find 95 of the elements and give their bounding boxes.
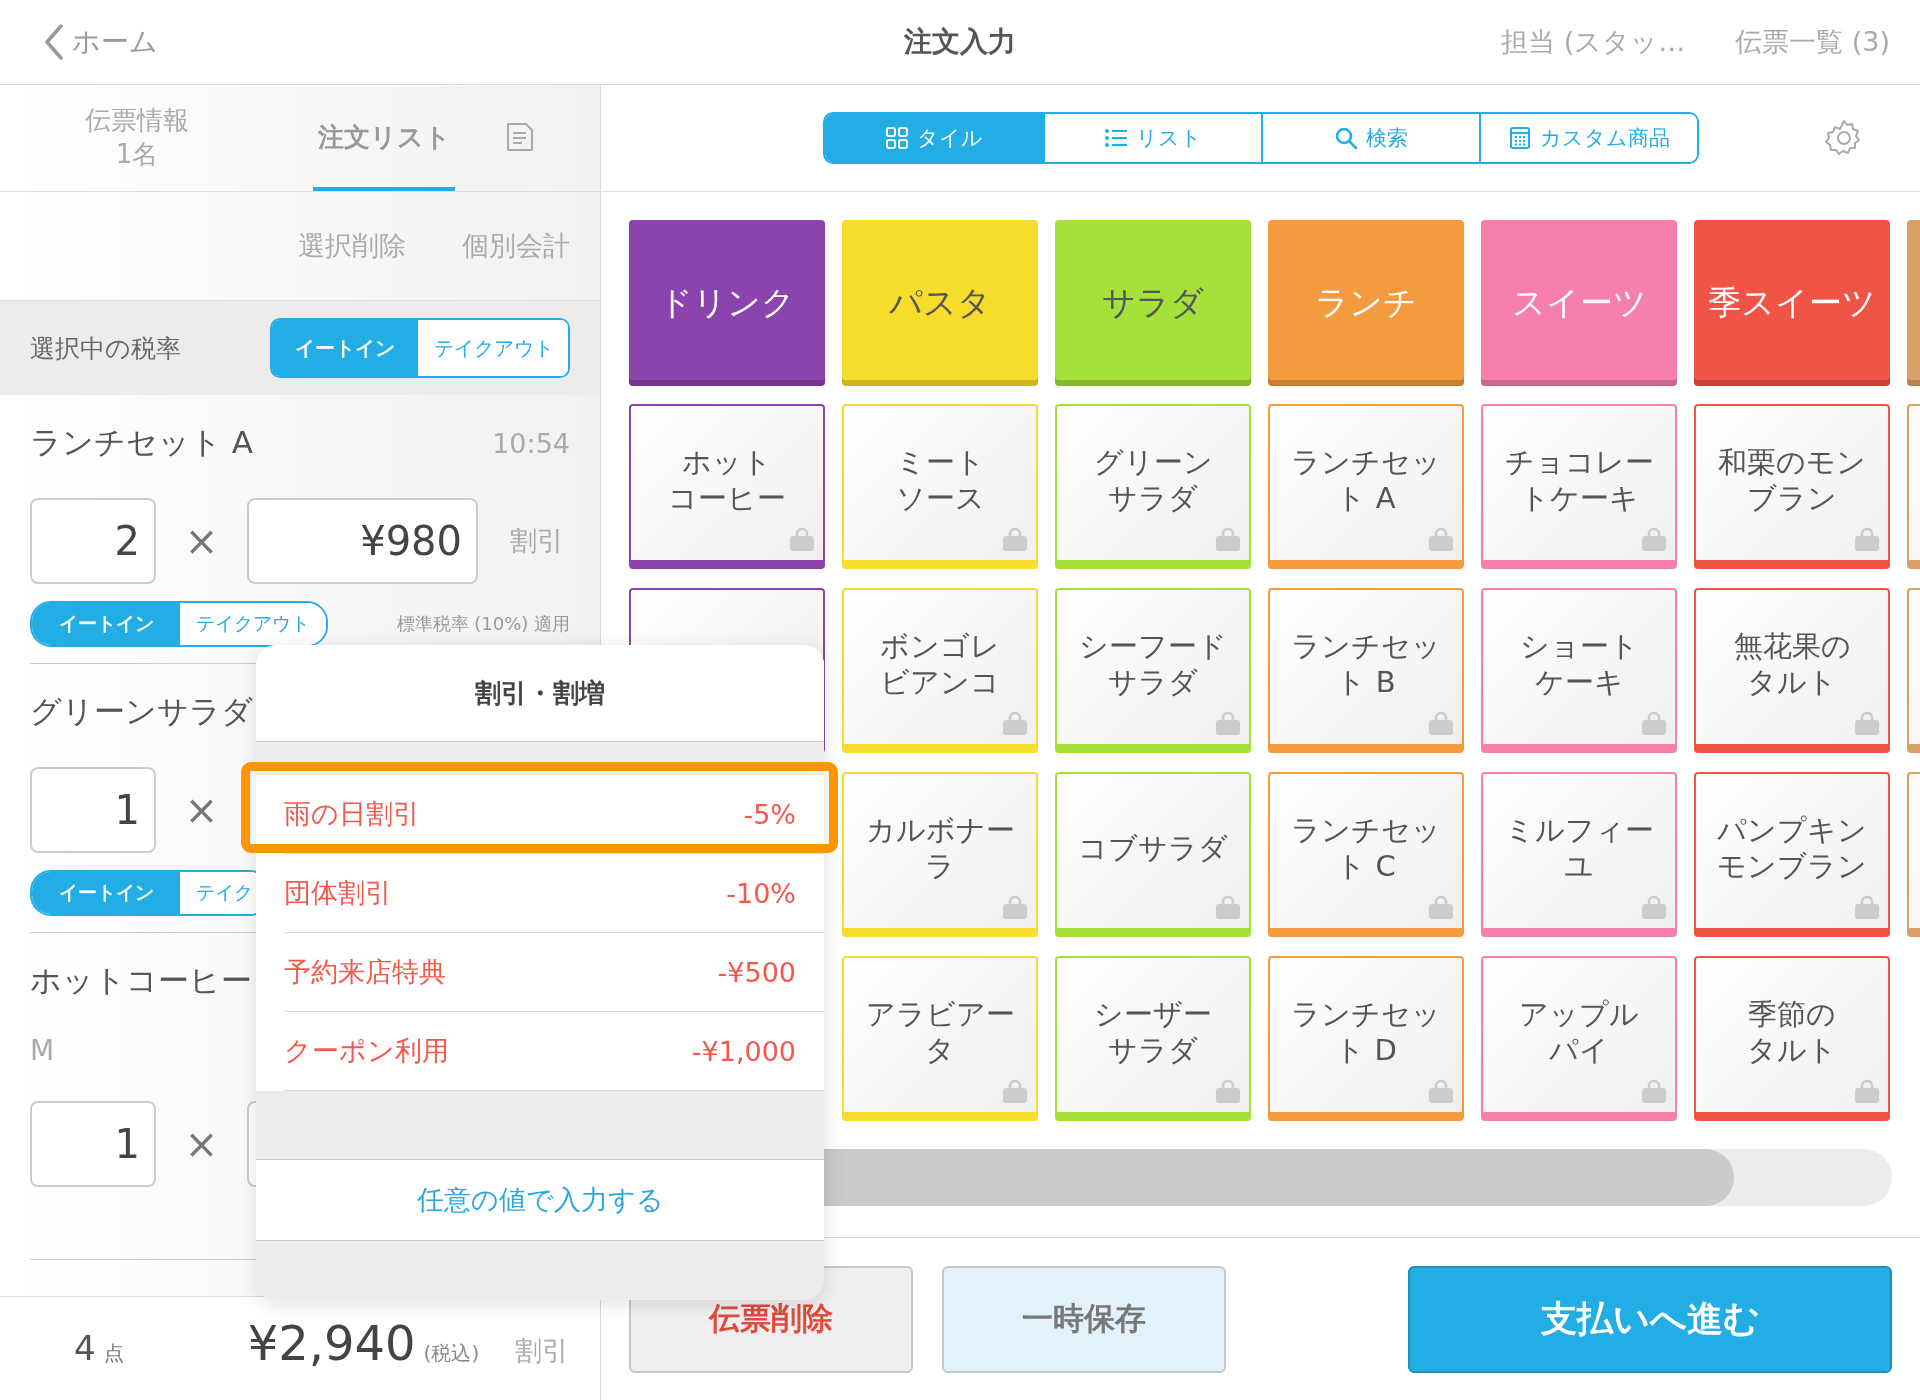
bag-icon (1215, 896, 1241, 920)
bag-icon (1428, 528, 1454, 552)
product-tile[interactable]: チョコレー トケーキ (1481, 404, 1677, 569)
slip-list-link[interactable]: 伝票一覧 (3) (1735, 24, 1890, 60)
product-tile[interactable]: シーフード サラダ (1055, 588, 1251, 753)
multiply-sign: × (183, 518, 220, 564)
screen-title: 注文入力 (904, 24, 1016, 60)
bag-icon (1854, 528, 1880, 552)
bag-icon (1854, 896, 1880, 920)
tax-option-toggle[interactable]: イートイン (32, 872, 180, 914)
category-tile[interactable]: ランチ (1268, 220, 1464, 386)
item-name: ホットコーヒー (30, 961, 252, 1000)
bag-icon (1641, 528, 1667, 552)
tax-option-toggle[interactable]: イートイン (32, 603, 180, 645)
product-tile[interactable]: 和栗のモン ブラン (1694, 404, 1890, 569)
grid-icon (884, 126, 909, 150)
home-link[interactable]: ホーム (72, 23, 158, 61)
product-tile[interactable]: ミート ソース (842, 404, 1038, 569)
category-tile[interactable]: 季スイーツ (1694, 220, 1890, 386)
product-tile[interactable]: パンプキン モンブラン (1694, 772, 1890, 937)
search-icon (1333, 126, 1358, 150)
product-tile[interactable]: ショート ケーキ (1481, 588, 1677, 753)
bag-icon (1002, 528, 1028, 552)
action-button[interactable]: 支払いへ進む (1408, 1265, 1892, 1373)
bag-icon (1854, 1080, 1880, 1104)
bag-icon (1641, 1080, 1667, 1104)
item-variant: M (30, 1033, 55, 1069)
view-mode-tab[interactable]: タイル (824, 114, 1043, 162)
bag-icon (1215, 1080, 1241, 1104)
category-tile[interactable]: サラダ (1055, 220, 1251, 386)
quantity-field[interactable]: 1 (30, 1101, 156, 1187)
count-unit: 点 (103, 1340, 124, 1367)
tax-note: 標準税率 (10%) 適用 (396, 612, 570, 636)
bag-icon (1641, 896, 1667, 920)
bag-icon (1215, 528, 1241, 552)
document-icon[interactable] (504, 122, 536, 154)
quantity-field[interactable]: 1 (30, 767, 156, 853)
product-tile[interactable]: ミルフィー ユ (1481, 772, 1677, 937)
bag-icon (1002, 896, 1028, 920)
bag-icon (1428, 712, 1454, 736)
item-name: ランチセット A (30, 423, 254, 462)
product-tile[interactable]: 季節の タルト (1694, 956, 1890, 1121)
product-tile[interactable]: ランチセッ ト A (1268, 404, 1464, 569)
bag-icon (1641, 712, 1667, 736)
item-count: 4 (74, 1328, 96, 1368)
bag-icon (789, 528, 815, 552)
view-mode-tab[interactable]: カスタム商品 (1478, 114, 1697, 162)
discount-option[interactable]: 予約来店特典 -¥500 (284, 933, 824, 1012)
category-tile[interactable]: ドリンク (629, 220, 825, 386)
category-tile[interactable]: パスタ (842, 220, 1038, 386)
popover-title: 割引・割増 (256, 645, 824, 742)
panel-tab[interactable]: 注文リスト (313, 85, 455, 191)
calculator-icon (1507, 126, 1532, 150)
panel-tab[interactable]: 伝票情報 1名 (0, 85, 274, 191)
discount-option[interactable]: 雨の日割引 -5% (284, 775, 824, 854)
price-field[interactable]: ¥980 (247, 498, 478, 584)
bag-icon (1002, 1080, 1028, 1104)
multiply-sign: × (183, 787, 220, 833)
product-tile[interactable]: ランチセッ ト D (1268, 956, 1464, 1121)
product-tile[interactable]: ランチセッ ト B (1268, 588, 1464, 753)
product-tile[interactable]: ランチセッ ト C (1268, 772, 1464, 937)
back-chevron-icon[interactable] (44, 24, 64, 60)
product-tile[interactable]: アップル パイ (1481, 956, 1677, 1121)
product-tile[interactable]: グリーン サラダ (1055, 404, 1251, 569)
discount-option[interactable]: 団体割引 -10% (284, 854, 824, 933)
product-tile[interactable]: カルボナー ラ (842, 772, 1038, 937)
list-action-link[interactable]: 個別会計 (462, 228, 570, 264)
tax-included-note: (税込) (423, 1340, 480, 1367)
bag-icon (1428, 1080, 1454, 1104)
quantity-field[interactable]: 2 (30, 498, 156, 584)
action-button[interactable]: 一時保存 (942, 1265, 1226, 1373)
multiply-sign: × (183, 1121, 220, 1167)
custom-value-button[interactable]: 任意の値で入力する (256, 1159, 824, 1241)
bag-icon (1002, 712, 1028, 736)
bag-icon (1854, 712, 1880, 736)
product-tile[interactable]: ボンゴレ ビアンコ (842, 588, 1038, 753)
discount-option[interactable]: クーポン利用 -¥1,000 (284, 1012, 824, 1091)
discount-link[interactable]: 割引 (515, 1333, 570, 1369)
tax-rate-label: 選択中の税率 (30, 332, 181, 365)
bag-icon (1215, 712, 1241, 736)
product-tile[interactable]: ホット コーヒー (629, 404, 825, 569)
total-amount: ¥2,940 (247, 1315, 416, 1371)
discount-link[interactable]: 割引 (510, 523, 570, 559)
product-tile[interactable]: 無花果の タルト (1694, 588, 1890, 753)
product-tile[interactable]: コブサラダ (1055, 772, 1251, 937)
bag-icon (1428, 896, 1454, 920)
list-action-link[interactable]: 選択削除 (298, 228, 406, 264)
order-time: 10:54 (492, 427, 570, 459)
product-tile[interactable]: シーザー サラダ (1055, 956, 1251, 1121)
tax-option-toggle[interactable]: イートイン (272, 320, 418, 376)
staff-link[interactable]: 担当 (スタッ… (1501, 24, 1686, 60)
product-tile[interactable]: アラビアー タ (842, 956, 1038, 1121)
item-name: グリーンサラダ (30, 692, 253, 731)
list-icon (1103, 126, 1128, 150)
category-tile[interactable]: スイーツ (1481, 220, 1677, 386)
